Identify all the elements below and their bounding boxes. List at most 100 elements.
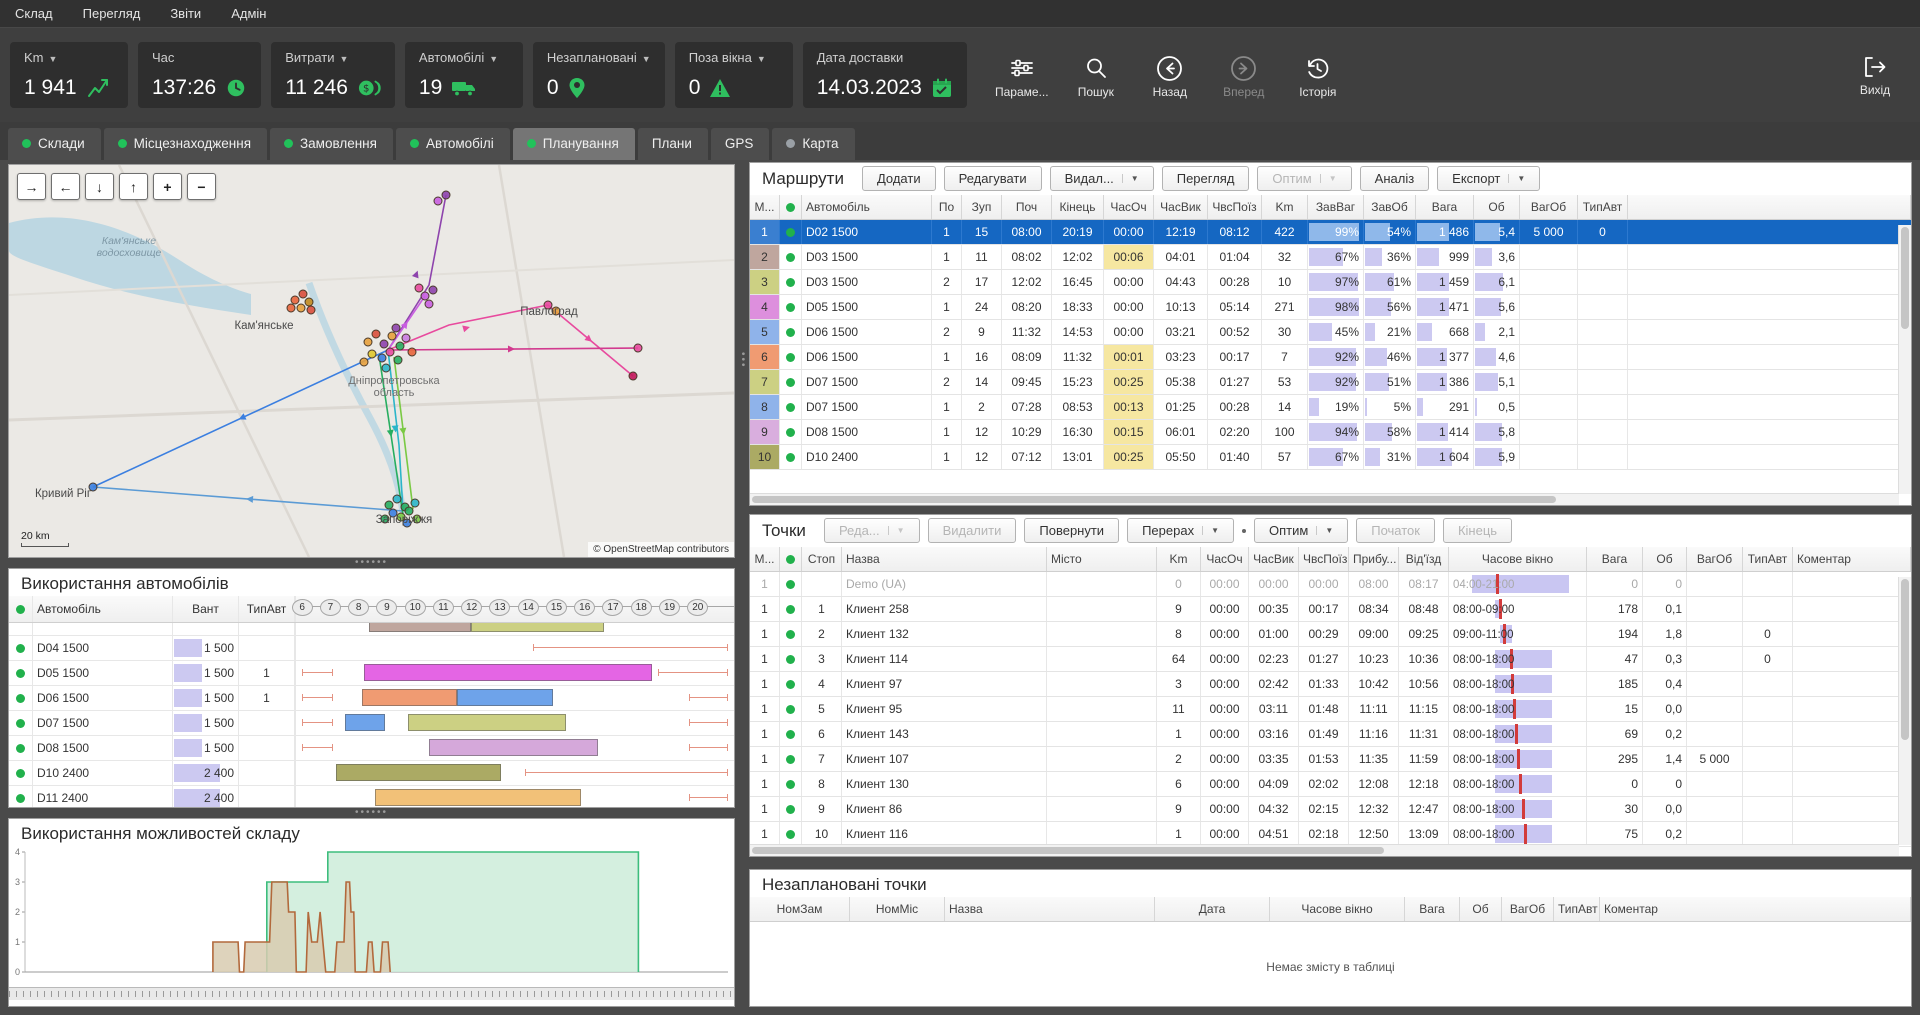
kpi-tile-1[interactable]: Km▼1 941 [10,42,128,108]
routes-button-видал-[interactable]: Видал...▼ [1050,166,1154,191]
map-canvas[interactable]: Кам'янське водосховищеКам'янськеПавлогра… [9,165,734,557]
points-col-Коментар[interactable]: Коментар [1793,547,1911,571]
routes-row-4[interactable]: 4D05 150012408:2018:3300:0010:1305:14271… [750,295,1911,320]
routes-row-9[interactable]: 9D08 150011210:2916:3000:1506:0102:20100… [750,420,1911,445]
routes-col-Зуп[interactable]: Зуп [962,195,1002,219]
routes-col-Автомобіль[interactable]: Автомобіль [802,195,932,219]
points-row-8[interactable]: 17Клиент 107200:0003:3501:5311:3511:5908… [750,747,1911,772]
routes-col-Km[interactable]: Km [1262,195,1308,219]
points-button-перерах[interactable]: Перерах▼ [1127,518,1234,543]
tab-склади[interactable]: Склади [8,128,101,160]
kpi-tile-2[interactable]: Час137:26 [138,42,261,108]
points-col-М...[interactable]: М... [750,547,780,571]
routes-col-ЧасОч[interactable]: ЧасОч [1104,195,1154,219]
tab-плани[interactable]: Плани [638,128,708,160]
points-row-3[interactable]: 12Клиент 132800:0001:0000:2909:0009:2509… [750,622,1911,647]
routes-button-аналіз[interactable]: Аналіз [1360,166,1430,191]
routes-row-6[interactable]: 6D06 150011608:0911:3200:0103:2300:17792… [750,345,1911,370]
points-col-ТипАвт[interactable]: ТипАвт [1743,547,1793,571]
map-nav-button-1[interactable]: → [17,173,46,200]
routes-row-7[interactable]: 7D07 150021409:4515:2300:2505:3801:27539… [750,370,1911,395]
vehicles-col-status[interactable] [9,596,33,622]
points-col-Часове вікно[interactable]: Часове вікно [1449,547,1587,571]
kpi-tile-7[interactable]: Дата доставки14.03.2023 [803,42,967,108]
routes-button-додати[interactable]: Додати [862,166,936,191]
routes-col-ЧвсПоїз[interactable]: ЧвсПоїз [1208,195,1262,219]
points-col-Назва[interactable]: Назва [842,547,1047,571]
points-col-ЧвсПоїз[interactable]: ЧвсПоїз [1299,547,1349,571]
vehicles-col-ТипАвт[interactable]: ТипАвт [239,596,295,622]
tab-замовлення[interactable]: Замовлення [270,128,393,160]
tab-планування[interactable]: Планування [513,128,635,160]
routes-button-експорт[interactable]: Експорт▼ [1437,166,1540,191]
splitter-vehicles-warehouse[interactable]: •••••• [8,808,735,818]
routes-col-Поч[interactable]: Поч [1002,195,1052,219]
toolbar-button-2[interactable]: Пошук [1059,51,1133,99]
map-nav-button-2[interactable]: ← [51,173,80,200]
points-row-1[interactable]: 1Demo (UA)000:0000:0000:0008:0008:1704:0… [750,572,1911,597]
unplanned-col-ТипАвт[interactable]: ТипАвт [1554,897,1600,921]
tab-автомобілі[interactable]: Автомобілі [396,128,510,160]
points-col-Стоп[interactable]: Стоп [802,547,842,571]
routes-col-ВагОб[interactable]: ВагОб [1520,195,1578,219]
routes-button-перегляд[interactable]: Перегляд [1162,166,1250,191]
unplanned-col-Назва[interactable]: Назва [945,897,1155,921]
routes-col-Вага[interactable]: Вага [1416,195,1474,219]
vehicles-col-Вант[interactable]: Вант [173,596,239,622]
points-col-Km[interactable]: Km [1157,547,1201,571]
kpi-tile-5[interactable]: Незаплановані▼0 [533,42,665,108]
points-col-ЧасОч[interactable]: ЧасОч [1201,547,1249,571]
routes-row-10[interactable]: 10D10 240011207:1213:0100:2505:5001:4057… [750,445,1911,470]
points-col-Від'їзд[interactable]: Від'їзд [1399,547,1449,571]
map-nav-button-5[interactable]: + [153,173,182,200]
points-col-ВагОб[interactable]: ВагОб [1687,547,1743,571]
kpi-tile-6[interactable]: Поза вікна▼0 [675,42,793,108]
routes-row-1[interactable]: 1D02 150011508:0020:1900:0012:1908:12422… [750,220,1911,245]
unplanned-col-Об[interactable]: Об [1460,897,1502,921]
routes-col-ЧасВик[interactable]: ЧасВик [1154,195,1208,219]
menu-item-3[interactable]: Звіти [155,0,216,27]
menu-item-4[interactable]: Адмін [216,0,281,27]
points-col-ЧасВик[interactable]: ЧасВик [1249,547,1299,571]
points-col-Вага[interactable]: Вага [1587,547,1643,571]
kpi-tile-3[interactable]: Витрати▼11 246$ [271,42,395,108]
routes-col-status[interactable] [780,195,802,219]
vehicle-row-D08 1500[interactable]: D08 15001 500 [9,736,734,761]
points-row-6[interactable]: 15Клиент 951100:0003:1101:4811:1111:1508… [750,697,1911,722]
map-nav-button-6[interactable]: − [187,173,216,200]
map-nav-button-3[interactable]: ↓ [85,173,114,200]
splitter-map-vehicles[interactable]: •••••• [8,558,735,568]
menu-item-1[interactable]: Склад [0,0,68,27]
kpi-tile-4[interactable]: Автомобілі▼19 [405,42,523,108]
tab-gps[interactable]: GPS [711,128,770,160]
map-nav-button-4[interactable]: ↑ [119,173,148,200]
routes-col-ТипАвт[interactable]: ТипАвт [1578,195,1628,219]
points-col-Місто[interactable]: Місто [1047,547,1157,571]
warehouse-x-axis-ticks[interactable] [9,987,734,1000]
points-button-повернути[interactable]: Повернути [1024,518,1119,543]
points-row-10[interactable]: 19Клиент 86900:0004:3202:1512:3212:4708:… [750,797,1911,822]
unplanned-col-Вага[interactable]: Вага [1405,897,1460,921]
vehicle-row-D10 2400[interactable]: D10 24002 400 [9,761,734,786]
points-col-status[interactable] [780,547,802,571]
points-button-оптим[interactable]: Оптим▼ [1254,518,1348,543]
tab-місцезнаходження[interactable]: Місцезнаходження [104,128,267,160]
vehicle-row-D04 1500[interactable]: D04 15001 500 [9,636,734,661]
toolbar-button-5[interactable]: Історія [1281,51,1355,99]
routes-row-3[interactable]: 3D03 150021712:0216:4500:0004:4300:28109… [750,270,1911,295]
routes-row-2[interactable]: 2D03 150011108:0212:0200:0604:0101:04326… [750,245,1911,270]
routes-col-По[interactable]: По [932,195,962,219]
unplanned-col-Коментар[interactable]: Коментар [1600,897,1911,921]
points-row-5[interactable]: 14Клиент 97300:0002:4201:3310:4210:5608:… [750,672,1911,697]
routes-vertical-scrollbar[interactable] [1898,225,1911,494]
exit-button[interactable]: Вихід [1840,54,1910,97]
routes-col-М...[interactable]: М... [750,195,780,219]
points-vertical-scrollbar[interactable] [1898,577,1911,845]
points-col-Об[interactable]: Об [1643,547,1687,571]
unplanned-col-Часове вікно[interactable]: Часове вікно [1270,897,1405,921]
routes-col-Об[interactable]: Об [1474,195,1520,219]
routes-button-редагувати[interactable]: Редагувати [944,166,1042,191]
routes-col-Кінець[interactable]: Кінець [1052,195,1104,219]
unplanned-col-НомМіс[interactable]: НомМіс [850,897,945,921]
points-row-4[interactable]: 13Клиент 1146400:0002:2301:2710:2310:360… [750,647,1911,672]
